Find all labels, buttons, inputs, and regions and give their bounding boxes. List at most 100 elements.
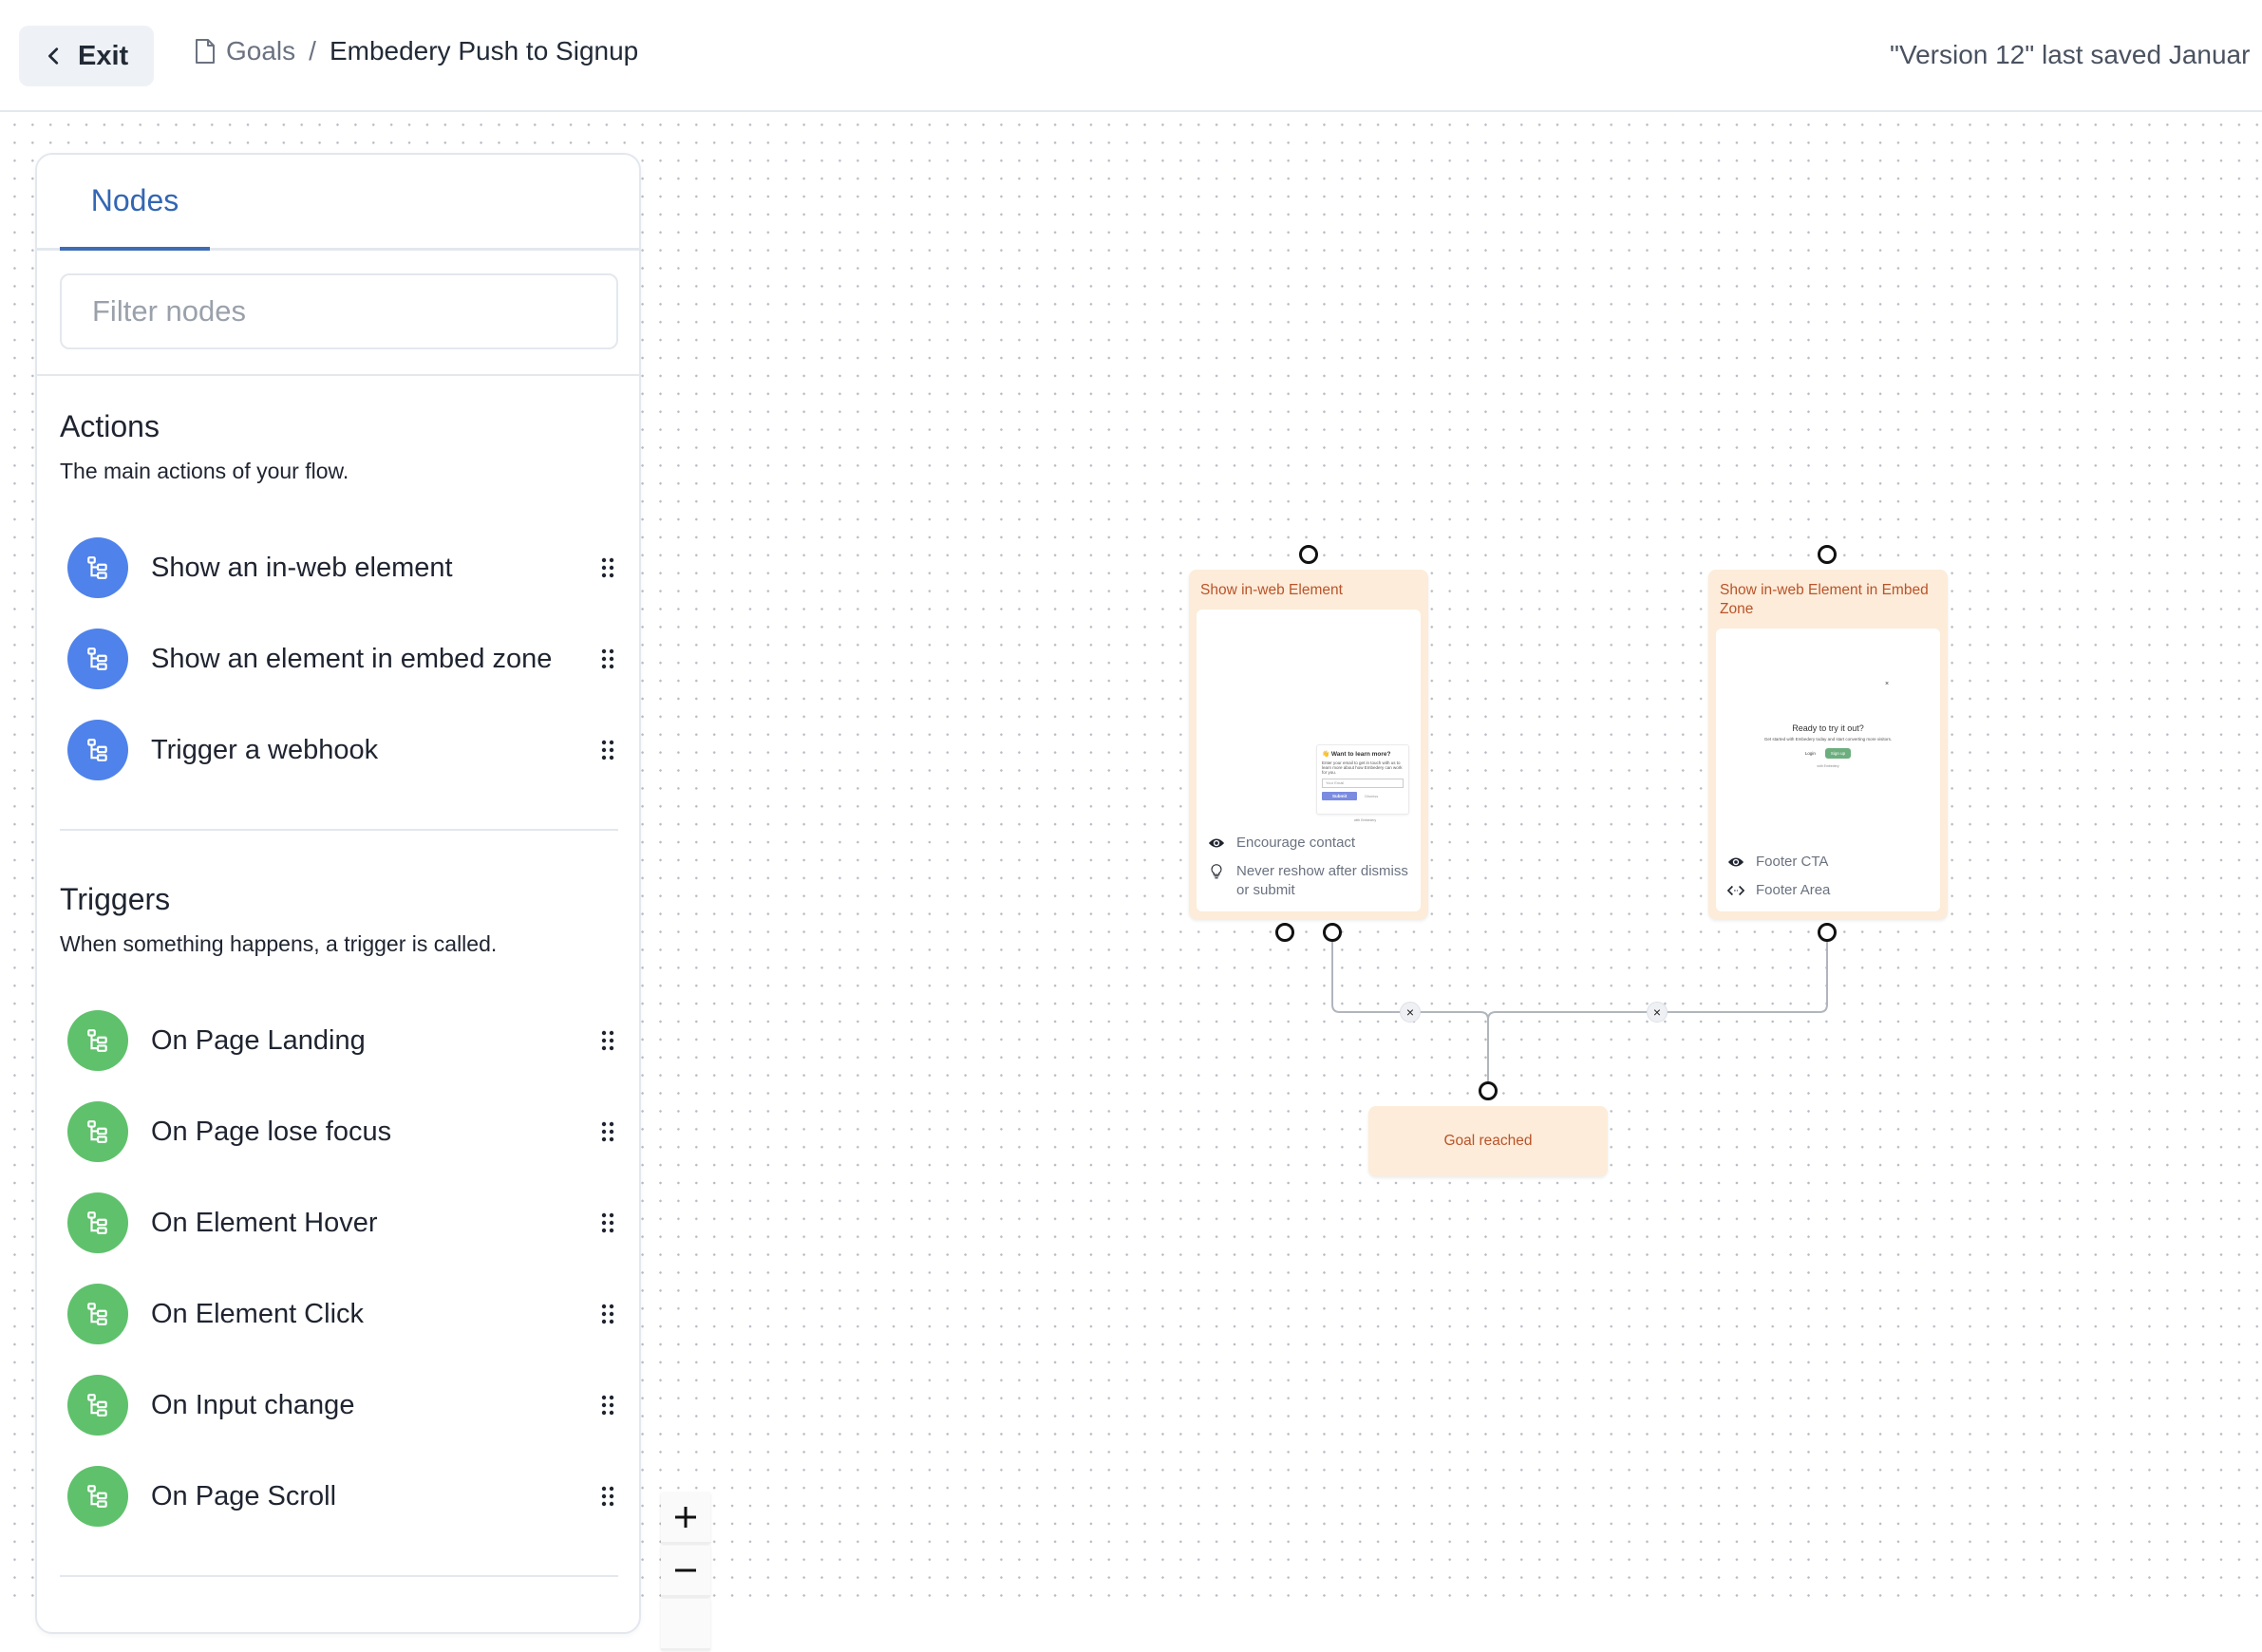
preview-email-input: Your Email (1322, 779, 1404, 788)
node1-input-port[interactable] (1299, 545, 1318, 564)
node-item-on-page-scroll[interactable]: On Page Scroll (60, 1465, 620, 1528)
node1-output-port-a[interactable] (1275, 923, 1294, 942)
preview-dismiss-button: Dismiss (1365, 794, 1379, 798)
item-label: On Page Scroll (151, 1480, 337, 1511)
drag-handle-icon[interactable] (601, 648, 614, 669)
drag-handle-icon[interactable] (601, 1304, 614, 1324)
meta-text: Encourage contact (1236, 835, 1356, 851)
item-icon-badge (67, 537, 128, 598)
hierarchy-icon (87, 1394, 107, 1417)
drag-handle-icon[interactable] (601, 557, 614, 578)
code-arrows-icon (1727, 885, 1744, 896)
item-label: On Input change (151, 1389, 355, 1420)
drag-handle-icon[interactable] (601, 1030, 614, 1051)
eye-icon (1727, 857, 1744, 867)
save-status: "Version 12" last saved Januar (1890, 40, 2251, 69)
item-icon-badge (67, 1010, 128, 1071)
preview-text: Enter your email to get in touch with us… (1322, 760, 1403, 775)
element-preview: × Ready to try it out? Get started with … (1716, 629, 1940, 849)
preview-actions: Submit Dismiss (1322, 792, 1404, 800)
node1-output-port-b[interactable] (1323, 923, 1342, 942)
node-title: Show in-web Element in Embed Zone (1720, 582, 1929, 617)
item-icon-badge (67, 1466, 128, 1527)
preview-login-link: Login (1804, 750, 1816, 756)
node-body: 👋 Want to learn more? Enter your email t… (1197, 610, 1421, 911)
hierarchy-icon (87, 1120, 107, 1143)
delete-edge-button[interactable]: × (1400, 1002, 1421, 1023)
hierarchy-icon (87, 1029, 107, 1052)
nodes-panel: Nodes Actions The main actions of your f… (35, 153, 641, 1634)
item-label: Show an in-web element (151, 552, 453, 583)
node-item-on-input-change[interactable]: On Input change (60, 1374, 620, 1436)
node-title: Show in-web Element (1200, 582, 1343, 598)
top-bar: Exit Goals / Embedery Push to Signup "Ve… (0, 0, 2262, 112)
hierarchy-icon (87, 1211, 107, 1234)
item-icon-badge (67, 1284, 128, 1344)
drag-handle-icon[interactable] (601, 740, 614, 760)
node-item-show-in-web-element[interactable]: Show an in-web element (60, 536, 620, 599)
node-item-on-page-lose-focus[interactable]: On Page lose focus (60, 1100, 620, 1163)
goal-input-port[interactable] (1479, 1081, 1498, 1100)
hierarchy-icon (87, 1303, 107, 1325)
zoom-out-button[interactable] (661, 1546, 710, 1597)
drag-handle-icon[interactable] (601, 1212, 614, 1233)
element-preview: 👋 Want to learn more? Enter your email t… (1197, 610, 1421, 830)
preview-heading: Ready to try it out? (1792, 723, 1864, 733)
node2-output-port[interactable] (1818, 923, 1837, 942)
item-label: Trigger a webhook (151, 734, 379, 765)
drag-handle-icon[interactable] (601, 1486, 614, 1507)
fit-view-button[interactable] (661, 1599, 710, 1650)
node-item-on-element-hover[interactable]: On Element Hover (60, 1192, 620, 1254)
preview-heading: 👋 Want to learn more? (1322, 751, 1391, 758)
breadcrumb-goals-link[interactable]: Goals (226, 36, 295, 66)
node-meta-row: Footer Area (1727, 881, 1932, 900)
preview-actions: Login Sign up (1725, 747, 1931, 759)
preview-signup-button: Sign up (1824, 747, 1852, 759)
chevron-left-icon (48, 47, 59, 65)
node-item-on-page-landing[interactable]: On Page Landing (60, 1009, 620, 1072)
node2-input-port[interactable] (1818, 545, 1837, 564)
drag-handle-icon[interactable] (601, 1395, 614, 1416)
panel-tabs: Nodes (37, 155, 639, 251)
eye-icon (1208, 838, 1225, 848)
node-meta-row: Encourage contact (1208, 834, 1413, 853)
flow-node-goal-reached[interactable]: Goal reached (1368, 1106, 1608, 1176)
node-item-trigger-webhook[interactable]: Trigger a webhook (60, 719, 620, 781)
preview-text: Get started with Embedery today and star… (1763, 737, 1893, 742)
breadcrumb-separator: / (309, 36, 316, 66)
item-icon-badge (67, 1101, 128, 1162)
drag-handle-icon[interactable] (601, 1121, 614, 1142)
preview-footer: with Embedery (1354, 818, 1377, 822)
item-label: On Element Hover (151, 1207, 378, 1238)
item-icon-badge (67, 629, 128, 689)
item-label: On Element Click (151, 1298, 365, 1329)
tab-nodes[interactable]: Nodes (60, 155, 210, 251)
node-meta-row: Footer CTA (1727, 853, 1932, 872)
filter-section (37, 251, 639, 376)
item-icon-badge (67, 1375, 128, 1436)
flow-node-show-in-web-element[interactable]: Show in-web Element 👋 Want to learn more… (1189, 570, 1428, 919)
breadcrumb-current: Embedery Push to Signup (329, 36, 639, 66)
item-icon-badge (67, 720, 128, 780)
meta-text: Footer Area (1756, 882, 1831, 898)
node-item-show-element-embed-zone[interactable]: Show an element in embed zone (60, 628, 620, 690)
preview-close-icon: × (1885, 681, 1890, 687)
lightbulb-icon (1211, 864, 1222, 879)
delete-edge-button[interactable]: × (1647, 1002, 1668, 1023)
zoom-controls (661, 1492, 710, 1652)
node-item-on-element-click[interactable]: On Element Click (60, 1283, 620, 1345)
hierarchy-icon (87, 648, 107, 670)
node-meta-row: Never reshow after dismiss or submit (1208, 862, 1413, 900)
meta-text: Never reshow after dismiss or submit (1236, 863, 1408, 898)
zoom-in-button[interactable] (661, 1492, 710, 1544)
exit-button[interactable]: Exit (19, 26, 154, 86)
flow-node-embed-zone[interactable]: Show in-web Element in Embed Zone × Read… (1708, 570, 1948, 919)
filter-nodes-input[interactable] (60, 273, 618, 349)
minus-icon (675, 1568, 696, 1572)
node-body: × Ready to try it out? Get started with … (1716, 629, 1940, 911)
preview-submit-button: Submit (1322, 792, 1358, 800)
triggers-title: Triggers (60, 882, 171, 916)
actions-description: The main actions of your flow. (60, 459, 349, 483)
meta-text: Footer CTA (1756, 854, 1829, 870)
item-icon-badge (67, 1192, 128, 1253)
